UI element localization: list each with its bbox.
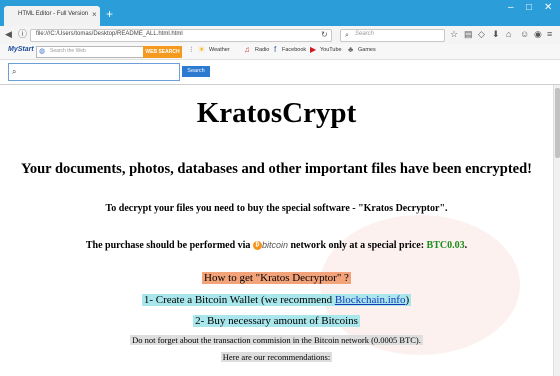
bookmark-star-icon[interactable]: ☆ <box>450 29 458 40</box>
purchase-message: The purchase should be performed via ₿ bi… <box>0 240 553 251</box>
extension-icon[interactable]: ◉ <box>534 29 542 40</box>
search-icon: ⌕ <box>12 67 17 76</box>
page-search-bar: ⌕ Search <box>0 60 560 85</box>
url-text: file:///C:/Users/tomas/Desktop/README_AL… <box>36 31 183 37</box>
page-search-button[interactable]: Search <box>182 66 210 77</box>
minimize-icon[interactable]: – <box>508 2 514 14</box>
commission-note: Do not forget about the transaction comm… <box>0 335 553 345</box>
browser-titlebar: HTML Editor - Full Version × + – □ ✕ <box>0 0 560 26</box>
navigation-bar: ◀ ⓘ file:///C:/Users/tomas/Desktop/READM… <box>0 26 560 45</box>
page-scrollbar[interactable] <box>553 85 560 376</box>
watermark-shape <box>320 215 520 355</box>
purchase-suffix: . <box>464 240 468 251</box>
search-icon: ⌕ <box>345 32 349 39</box>
toolbar-link-games[interactable]: Games <box>358 47 376 53</box>
mystart-toolbar: MyStart ◍ Search the Web WEB SEARCH ⁝ ☀ … <box>0 44 560 60</box>
bitcoin-word: bitcoin <box>261 240 288 250</box>
step-1-suffix: ) <box>405 294 410 306</box>
scrollbar-thumb[interactable] <box>555 88 560 158</box>
new-tab-icon[interactable]: + <box>106 8 113 20</box>
tab-title: HTML Editor - Full Version <box>18 11 89 17</box>
mystart-logo[interactable]: MyStart <box>8 46 34 53</box>
maximize-icon[interactable]: □ <box>526 2 532 14</box>
page-search-input[interactable]: ⌕ <box>8 63 180 81</box>
weather-icon[interactable]: ☀ <box>198 45 205 54</box>
pocket-icon[interactable]: ◇ <box>478 29 485 40</box>
blockchain-link[interactable]: Blockchain.info <box>335 294 406 306</box>
bitcoin-icon: ₿ <box>252 241 262 251</box>
toolbar-link-youtube[interactable]: YouTube <box>320 47 342 53</box>
youtube-icon[interactable]: ▶ <box>310 45 316 54</box>
browser-search-input[interactable]: ⌕ Search <box>340 29 445 42</box>
facebook-icon[interactable]: f <box>274 45 276 54</box>
page-title: KratosCrypt <box>196 97 357 129</box>
step-1-highlight: 1- Create a Bitcoin Wallet (we recommend… <box>141 294 412 306</box>
reading-list-icon[interactable]: ▤ <box>464 29 473 40</box>
browser-search-placeholder: Search <box>355 31 375 37</box>
home-icon[interactable]: ⌂ <box>506 29 511 40</box>
web-search-button[interactable]: WEB SEARCH <box>143 46 182 58</box>
toolbar-link-radio[interactable]: Radio <box>255 47 269 53</box>
download-icon[interactable]: ⬇ <box>492 29 500 40</box>
recommendations-text: Here are our recommendations: <box>220 352 333 362</box>
ransom-note-page: KratosCrypt Your documents, photos, data… <box>0 85 553 376</box>
toolbar-divider-icon: ⁝ <box>190 45 193 54</box>
how-to-text: How to get "Kratos Decryptor" ? <box>202 272 351 284</box>
step-2-text: 2- Buy necessary amount of Bitcoins <box>193 315 360 327</box>
mystart-search-placeholder: Search the Web <box>50 48 86 54</box>
toolbar-link-facebook[interactable]: Facebook <box>282 47 306 53</box>
games-icon[interactable]: ♣ <box>348 45 353 54</box>
how-to-heading: How to get "Kratos Decryptor" ? <box>0 272 553 284</box>
step-1: 1- Create a Bitcoin Wallet (we recommend… <box>0 294 553 306</box>
back-icon[interactable]: ◀ <box>5 29 12 40</box>
recommendations-heading: Here are our recommendations: <box>0 352 553 362</box>
purchase-prefix: The purchase should be performed via <box>85 240 253 251</box>
close-window-icon[interactable]: ✕ <box>544 2 552 14</box>
menu-icon[interactable]: ≡ <box>547 29 552 40</box>
browser-tab[interactable]: HTML Editor - Full Version × <box>4 6 100 26</box>
purchase-middle: network only at a special price: <box>287 240 427 251</box>
chat-icon[interactable]: ☺ <box>520 29 529 40</box>
search-icon: ◍ <box>39 48 46 55</box>
commission-note-text: Do not forget about the transaction comm… <box>130 335 423 345</box>
decrypt-message: To decrypt your files you need to buy th… <box>105 203 448 214</box>
mystart-search-input[interactable]: ◍ Search the Web <box>36 46 144 58</box>
address-bar[interactable]: file:///C:/Users/tomas/Desktop/README_AL… <box>30 29 332 42</box>
reload-icon[interactable]: ↻ <box>321 30 328 39</box>
btc-amount: BTC0.03 <box>426 240 465 251</box>
step-1-prefix: 1- Create a Bitcoin Wallet (we recommend <box>143 294 335 306</box>
step-2: 2- Buy necessary amount of Bitcoins <box>0 315 553 327</box>
toolbar-link-weather[interactable]: Weather <box>209 47 230 53</box>
info-icon[interactable]: ⓘ <box>18 29 27 40</box>
encrypted-message: Your documents, photos, databases and ot… <box>20 161 532 177</box>
radio-icon[interactable]: ♫ <box>244 45 250 54</box>
tab-close-icon[interactable]: × <box>92 10 97 19</box>
